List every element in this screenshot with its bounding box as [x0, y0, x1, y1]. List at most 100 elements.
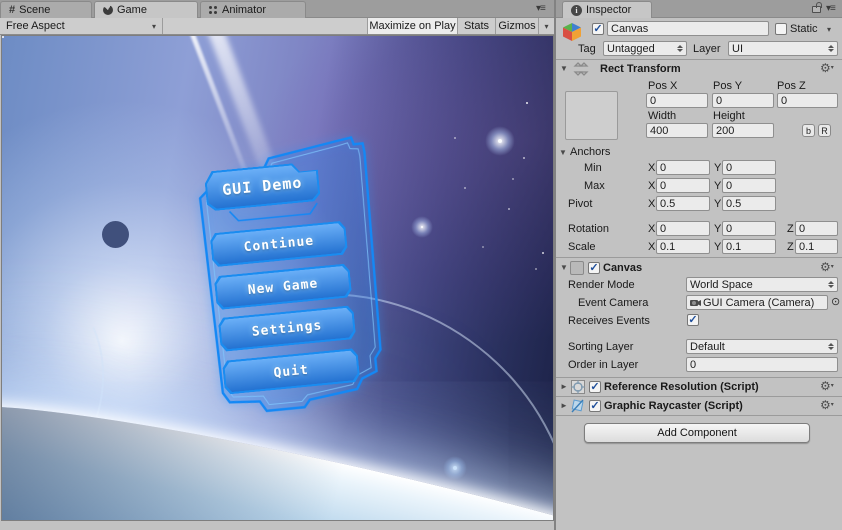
- reference-resolution-icon: [571, 380, 585, 394]
- receives-events-checkbox[interactable]: ✓: [687, 314, 699, 326]
- render-mode-label: Render Mode: [568, 279, 635, 291]
- axis-x-label: X: [648, 223, 656, 235]
- gameobject-cube-icon: [563, 23, 581, 41]
- active-checkbox[interactable]: ✓: [592, 23, 604, 35]
- panel-menu-icon[interactable]: ▾≡: [826, 3, 836, 14]
- object-picker-icon[interactable]: ⊙: [831, 296, 840, 309]
- game-icon: [103, 5, 113, 15]
- reference-resolution-foldout[interactable]: ►: [560, 382, 568, 391]
- tab-animator[interactable]: Animator: [200, 1, 306, 18]
- order-in-layer-label: Order in Layer: [568, 359, 639, 371]
- canvas-foldout[interactable]: ▼: [560, 263, 568, 272]
- gear-icon[interactable]: ⚙▾: [820, 399, 834, 411]
- scale-y-field[interactable]: 0.1: [722, 239, 776, 254]
- max-label: Max: [584, 180, 605, 192]
- axis-x-label: X: [648, 162, 656, 174]
- rotation-y-field[interactable]: 0: [722, 221, 776, 236]
- receives-events-label: Receives Events: [568, 315, 650, 327]
- layer-label: Layer: [693, 43, 721, 55]
- bright-star: [411, 216, 433, 238]
- anchor-preset-box[interactable]: [565, 91, 618, 140]
- graphic-raycaster-foldout[interactable]: ►: [560, 401, 568, 410]
- chevron-down-icon: ▾: [151, 21, 156, 31]
- canvas-title: Canvas: [603, 262, 643, 274]
- tab-inspector[interactable]: i Inspector: [562, 1, 652, 18]
- anchor-min-x-field[interactable]: 0: [656, 160, 710, 175]
- anchor-max-x-field[interactable]: 0: [656, 178, 710, 193]
- game-view-panel: # Scene Game Animator ▾≡ Free Aspect ▾ M…: [0, 0, 556, 530]
- pos-y-label: Pos Y: [713, 80, 743, 92]
- bright-star: [443, 456, 467, 480]
- axis-x-label: X: [648, 198, 656, 210]
- anchors-foldout[interactable]: ▼: [559, 148, 567, 157]
- graphic-raycaster-checkbox[interactable]: ✓: [589, 400, 601, 412]
- static-checkbox[interactable]: [775, 23, 787, 35]
- panel-menu-icon[interactable]: ▾≡: [536, 3, 546, 14]
- pivot-y-field[interactable]: 0.5: [722, 196, 776, 211]
- axis-y-label: Y: [714, 180, 722, 192]
- pos-y-field[interactable]: 0: [712, 93, 774, 108]
- raw-edit-mode-button[interactable]: R: [818, 124, 831, 137]
- rotation-z-field[interactable]: 0: [795, 221, 838, 236]
- aspect-dropdown[interactable]: Free Aspect ▾: [0, 18, 163, 34]
- lock-icon[interactable]: [812, 2, 822, 13]
- add-component-button[interactable]: Add Component: [584, 423, 810, 443]
- reference-resolution-checkbox[interactable]: ✓: [589, 381, 601, 393]
- anchors-label: Anchors: [570, 146, 611, 158]
- scale-z-field[interactable]: 0.1: [795, 239, 838, 254]
- animator-icon: [209, 5, 218, 15]
- camera-icon: [690, 300, 701, 306]
- tab-scene[interactable]: # Scene: [0, 1, 92, 18]
- pos-x-field[interactable]: 0: [646, 93, 708, 108]
- game-view-toolbar: Free Aspect ▾ Maximize on Play Stats Giz…: [0, 18, 554, 35]
- rect-transform-foldout[interactable]: ▼: [560, 64, 568, 73]
- height-label: Height: [713, 110, 745, 122]
- inspector-panel: i Inspector ▾≡ ✓ Canvas Static ▾ Tag Unt…: [556, 0, 842, 530]
- scene-icon: #: [9, 4, 16, 16]
- pivot-x-field[interactable]: 0.5: [656, 196, 710, 211]
- axis-y-label: Y: [714, 198, 722, 210]
- render-mode-dropdown[interactable]: World Space: [686, 277, 838, 292]
- anchor-max-y-field[interactable]: 0: [722, 178, 776, 193]
- gizmos-button[interactable]: Gizmos: [495, 18, 538, 34]
- anchor-min-y-field[interactable]: 0: [722, 160, 776, 175]
- blueprint-mode-button[interactable]: b: [802, 124, 815, 137]
- moon-silhouette: [102, 221, 129, 248]
- pos-z-field[interactable]: 0: [777, 93, 838, 108]
- event-camera-label: Event Camera: [578, 297, 649, 309]
- event-camera-object-field[interactable]: GUI Camera (Camera): [686, 295, 828, 310]
- graphic-raycaster-icon: [571, 399, 584, 413]
- canvas-component-icon: [570, 261, 584, 275]
- tag-dropdown[interactable]: Untagged: [603, 41, 687, 56]
- stats-button[interactable]: Stats: [457, 18, 495, 34]
- width-field[interactable]: 400: [646, 123, 708, 138]
- width-label: Width: [648, 110, 677, 122]
- gear-icon[interactable]: ⚙▾: [820, 261, 834, 273]
- gameobject-name-field[interactable]: Canvas: [607, 21, 769, 36]
- scale-x-field[interactable]: 0.1: [656, 239, 710, 254]
- rotation-x-field[interactable]: 0: [656, 221, 710, 236]
- gui-demo-menu-panel: GUI Demo Continue New Game Settings Quit: [187, 132, 392, 420]
- left-tab-strip: # Scene Game Animator ▾≡: [0, 0, 554, 18]
- gizmos-dropdown-arrow[interactable]: ▾: [538, 18, 554, 34]
- tag-label: Tag: [578, 43, 596, 55]
- layer-dropdown[interactable]: UI: [728, 41, 838, 56]
- static-label: Static: [790, 23, 818, 35]
- gear-icon[interactable]: ⚙▾: [820, 62, 834, 74]
- updown-arrows-icon: [677, 45, 683, 52]
- sorting-layer-dropdown[interactable]: Default: [686, 339, 838, 354]
- maximize-on-play-button[interactable]: Maximize on Play: [367, 18, 457, 34]
- canvas-enabled-checkbox[interactable]: ✓: [588, 262, 600, 274]
- gear-icon[interactable]: ⚙▾: [820, 380, 834, 392]
- rect-transform-title: Rect Transform: [600, 63, 681, 75]
- unity-editor-window: # Scene Game Animator ▾≡ Free Aspect ▾ M…: [0, 0, 842, 530]
- pos-z-label: Pos Z: [777, 80, 806, 92]
- axis-y-label: Y: [714, 223, 722, 235]
- tab-game[interactable]: Game: [94, 1, 198, 18]
- height-field[interactable]: 200: [712, 123, 774, 138]
- static-dropdown-arrow[interactable]: ▾: [827, 23, 831, 36]
- order-in-layer-field[interactable]: 0: [686, 357, 838, 372]
- reference-resolution-title: Reference Resolution (Script): [604, 381, 759, 393]
- inspector-tab-strip: i Inspector ▾≡: [556, 0, 842, 18]
- stars: [2, 36, 4, 38]
